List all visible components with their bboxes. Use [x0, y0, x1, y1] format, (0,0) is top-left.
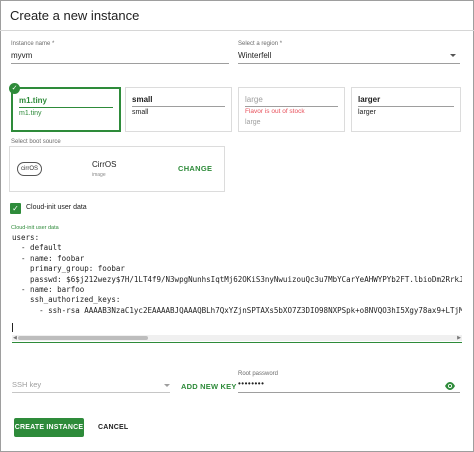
instance-name-underline: [11, 63, 229, 64]
scroll-left-icon[interactable]: ◀: [13, 335, 17, 341]
flavor-card-m1-tiny[interactable]: m1.tiny m1.tiny: [11, 87, 121, 132]
scrollbar-thumb[interactable]: [18, 336, 148, 340]
flavor-card-large[interactable]: large Flavor is out of stock large: [238, 87, 345, 132]
ssh-key-select[interactable]: SSH key: [12, 380, 41, 389]
code-line: - default: [12, 243, 62, 253]
flavor-name: m1.tiny: [19, 96, 48, 105]
cloud-init-field-label: Cloud-init user data: [11, 225, 59, 231]
region-label: Select a region *: [238, 41, 283, 47]
root-password-input[interactable]: ••••••••: [238, 379, 264, 388]
code-line: - ssh-rsa AAAAB3NzaC1yc2EAAAABJQAAAQBLh7…: [12, 305, 462, 315]
code-line: users:: [12, 233, 40, 242]
chevron-down-icon[interactable]: [164, 384, 170, 387]
cloud-init-checkbox-label: Cloud-init user data: [26, 204, 87, 211]
flavor-underline: [358, 106, 454, 107]
flavor-card-small[interactable]: small small: [125, 87, 232, 132]
flavor-sub: large: [245, 119, 261, 126]
code-line: primary_group: foobar: [12, 264, 125, 274]
root-password-underline: [238, 392, 460, 393]
boot-source-type: image: [92, 172, 106, 178]
region-select[interactable]: Winterfell: [238, 51, 271, 60]
flavor-underline: [132, 106, 225, 107]
create-instance-button[interactable]: CREATE INSTANCE: [14, 418, 84, 437]
code-line: - name: barfoo: [12, 285, 85, 295]
scroll-right-icon[interactable]: ▶: [457, 335, 461, 341]
chevron-down-icon[interactable]: [450, 54, 456, 57]
horizontal-scrollbar[interactable]: ◀ ▶: [12, 335, 462, 341]
flavor-underline: [19, 107, 113, 108]
flavor-sub: larger: [358, 109, 376, 116]
cancel-button[interactable]: CANCEL: [98, 418, 128, 437]
dialog-title: Create a new instance: [10, 8, 140, 23]
text-cursor: [12, 323, 13, 332]
add-new-key-button[interactable]: ADD NEW KEY: [181, 382, 237, 391]
cloud-init-underline: [12, 342, 462, 343]
cirros-logo: cirrOS: [17, 162, 42, 176]
flavor-error: Flavor is out of stock: [245, 108, 305, 115]
instance-name-label: Instance name *: [11, 41, 55, 47]
cloud-init-checkbox[interactable]: ✓: [10, 203, 21, 214]
boot-source-name: CirrOS: [92, 160, 117, 169]
instance-name-input[interactable]: myvm: [11, 51, 32, 60]
flavor-name: large: [245, 95, 263, 104]
code-line: ssh_authorized_keys:: [12, 295, 121, 305]
title-divider: [0, 30, 474, 31]
flavor-name: small: [132, 95, 153, 104]
root-password-label: Root password: [238, 371, 279, 377]
flavor-underline: [245, 106, 338, 107]
check-icon: ✓: [9, 83, 20, 94]
flavor-sub: small: [132, 109, 149, 116]
eye-icon[interactable]: [444, 381, 456, 391]
flavor-sub: m1.tiny: [19, 110, 42, 117]
code-line: - name: foobar: [12, 253, 85, 263]
flavor-card-larger[interactable]: larger larger: [351, 87, 461, 132]
code-line: passwd: $6$j212wezy$7H/1LT4f9/N3wpgNunhs…: [12, 274, 462, 284]
ssh-key-underline: [12, 392, 170, 393]
boot-source-card: cirrOS CirrOS image CHANGE: [9, 146, 225, 192]
boot-source-label: Select boot source: [11, 139, 61, 145]
region-underline: [238, 63, 460, 64]
cloud-init-editor[interactable]: users: - default - name: foobar primary_…: [12, 233, 462, 323]
change-boot-source-button[interactable]: CHANGE: [178, 164, 212, 173]
dialog-frame: [0, 0, 474, 452]
flavor-name: larger: [358, 95, 381, 104]
